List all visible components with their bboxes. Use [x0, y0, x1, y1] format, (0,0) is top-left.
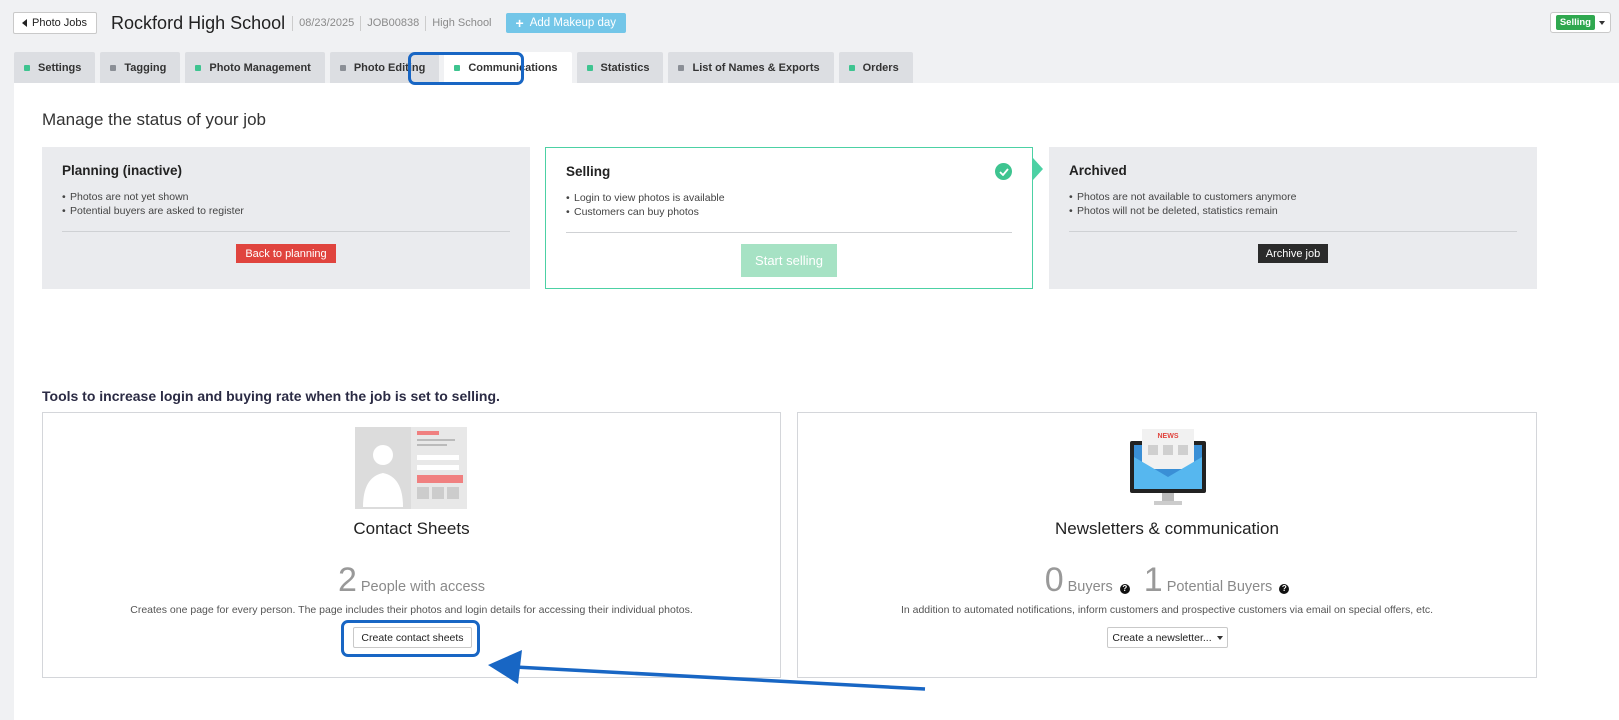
tab-statistics[interactable]: Statistics — [576, 52, 664, 83]
add-makeup-label: Add Makeup day — [529, 17, 617, 29]
potential-buyers-label: Potential Buyers — [1166, 579, 1273, 595]
contact-sheets-title: Contact Sheets — [353, 519, 470, 538]
status-dot-icon — [454, 64, 461, 71]
list-item: Customers can buy photos — [566, 205, 1012, 219]
tab-label: Photo Editing — [353, 61, 426, 74]
create-newsletter-label: Create a newsletter... — [1112, 631, 1212, 644]
create-newsletter-dropdown[interactable]: Create a newsletter... — [1107, 627, 1228, 648]
tab-label: Communications — [468, 61, 558, 74]
status-dot-icon — [24, 64, 30, 71]
buyers-label: Buyers — [1067, 579, 1113, 595]
tab-tagging[interactable]: Tagging — [100, 52, 181, 83]
start-selling-button[interactable]: Start selling — [741, 244, 837, 277]
archived-title: Archived — [1069, 163, 1127, 178]
plus-icon: + — [515, 15, 524, 31]
selling-title: Selling — [566, 164, 611, 179]
back-button-label: Photo Jobs — [32, 17, 88, 29]
tab-list-of-names-exports[interactable]: List of Names & Exports — [668, 52, 834, 83]
chevron-left-icon — [22, 19, 27, 27]
status-badge: Selling — [1555, 15, 1595, 30]
chevron-down-icon — [1216, 635, 1223, 640]
status-dot-icon — [110, 64, 117, 71]
list-item: Potential buyers are asked to register — [62, 204, 510, 218]
back-to-planning-button[interactable]: Back to planning — [236, 244, 336, 263]
job-type: High School — [425, 15, 497, 31]
list-item: Photos are not available to customers an… — [1069, 190, 1517, 204]
main-panel: Manage the status of your job Planning (… — [14, 83, 1619, 720]
archive-job-button[interactable]: Archive job — [1257, 244, 1329, 263]
potential-buyers-count: 1 — [1143, 561, 1163, 599]
tab-photo-management[interactable]: Photo Management — [185, 52, 325, 83]
tools-section-title: Tools to increase login and buying rate … — [42, 388, 500, 404]
tab-orders[interactable]: Orders — [838, 52, 913, 83]
tab-label: Tagging — [124, 61, 167, 74]
news-label: NEWS — [1158, 433, 1179, 440]
list-item: Photos are not yet shown — [62, 190, 510, 204]
contact-sheet-icon — [355, 427, 467, 509]
tab-label: Statistics — [600, 61, 650, 74]
status-dot-icon — [339, 64, 346, 71]
contact-sheets-card: Contact Sheets 2 People with access Crea… — [42, 412, 781, 678]
tab-label: Settings — [38, 61, 82, 74]
divider — [566, 232, 1012, 233]
help-icon[interactable]: ? — [1279, 583, 1290, 594]
newsletters-card: NEWS Newsletters & communication 0 Buyer… — [797, 412, 1537, 678]
buyers-count: 0 — [1044, 561, 1064, 599]
contact-sheets-count: 2 People with access — [43, 561, 780, 600]
create-contact-sheets-button[interactable]: Create contact sheets — [353, 627, 472, 648]
newsletters-description: In addition to automated notifications, … — [900, 604, 1434, 616]
step-arrow-icon — [1033, 158, 1043, 180]
selling-card: Selling Login to view photos is availabl… — [545, 147, 1033, 289]
job-id: JOB00838 — [360, 15, 425, 31]
tab-communications[interactable]: Communications — [444, 52, 572, 83]
status-dot-icon — [586, 64, 593, 71]
job-header: Photo Jobs Rockford High School 08/23/20… — [13, 12, 1611, 34]
status-dot-icon — [678, 64, 685, 71]
job-date: 08/23/2025 — [292, 15, 360, 31]
newsletters-title: Newsletters & communication — [1055, 519, 1279, 538]
people-count: 2 — [337, 561, 357, 599]
planning-card: Planning (inactive) Photos are not yet s… — [42, 147, 530, 289]
list-item: Login to view photos is available — [566, 191, 1012, 205]
archived-card: Archived Photos are not available to cus… — [1049, 147, 1537, 289]
job-status-dropdown[interactable]: Selling — [1549, 12, 1611, 33]
contact-sheets-description: Creates one page for every person. The p… — [130, 604, 693, 616]
divider — [62, 231, 510, 232]
chevron-down-icon — [1599, 20, 1605, 25]
selling-bullets: Login to view photos is available Custom… — [566, 191, 1012, 219]
newsletter-counts: 0 Buyers ? 1 Potential Buyers ? — [798, 561, 1536, 600]
back-to-photo-jobs-button[interactable]: Photo Jobs — [13, 12, 98, 34]
job-title: Rockford High School — [111, 12, 286, 33]
tab-label: Photo Management — [209, 61, 311, 74]
job-tabs: Settings Tagging Photo Management Photo … — [14, 52, 913, 83]
tab-label: List of Names & Exports — [692, 61, 820, 74]
list-item: Photos will not be deleted, statistics r… — [1069, 204, 1517, 218]
help-icon[interactable]: ? — [1119, 583, 1130, 594]
add-makeup-day-button[interactable]: + Add Makeup day — [505, 13, 627, 33]
step-arrow-icon — [530, 143, 540, 165]
tab-settings[interactable]: Settings — [14, 52, 96, 83]
divider — [1069, 231, 1517, 232]
archived-bullets: Photos are not available to customers an… — [1069, 190, 1517, 218]
check-circle-icon — [995, 163, 1012, 180]
status-dot-icon — [848, 64, 855, 71]
status-section-title: Manage the status of your job — [42, 110, 266, 129]
newsletter-monitor-icon: NEWS — [1130, 429, 1206, 505]
tab-label: Orders — [862, 61, 899, 74]
job-meta: 08/23/2025 JOB00838 High School — [292, 15, 497, 31]
people-count-label: People with access — [360, 579, 486, 595]
status-dot-icon — [195, 64, 202, 71]
planning-title: Planning (inactive) — [62, 163, 183, 178]
planning-bullets: Photos are not yet shown Potential buyer… — [62, 190, 510, 218]
tab-photo-editing[interactable]: Photo Editing — [329, 52, 440, 83]
